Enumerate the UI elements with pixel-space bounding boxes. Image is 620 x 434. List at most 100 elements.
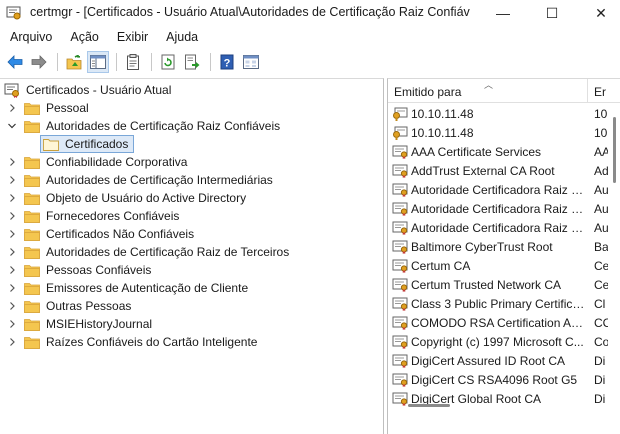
issued-to-cell: Certum Trusted Network CA: [411, 277, 562, 292]
close-button[interactable]: ✕: [578, 0, 620, 26]
horizontal-scrollbar-thumb[interactable]: [408, 404, 450, 407]
list-item[interactable]: DigiCert CS RSA4096 Root G5 Di: [388, 370, 610, 389]
column-header-issued-to[interactable]: Emitido para: [394, 85, 461, 99]
chevron-right-icon[interactable]: [6, 264, 18, 276]
issued-by-cell: Di: [594, 372, 606, 387]
tree-item-label: Objeto de Usuário do Active Directory: [46, 191, 247, 205]
sort-ascending-icon: ︿: [484, 80, 494, 90]
folder-icon: [24, 102, 40, 115]
tree-item[interactable]: Emissores de Autenticação de Cliente: [6, 279, 248, 297]
help-button[interactable]: ?: [216, 51, 238, 73]
chevron-down-icon[interactable]: [6, 120, 18, 132]
tree-root[interactable]: Certificados - Usuário Atual: [4, 81, 171, 99]
vertical-scrollbar[interactable]: [610, 103, 620, 423]
issued-to-cell: AAA Certificate Services: [411, 144, 542, 159]
issued-to-cell: DigiCert CS RSA4096 Root G5: [411, 372, 578, 387]
list-item[interactable]: Autoridade Certificadora Raiz B... Au: [388, 180, 610, 199]
list-item[interactable]: 10.10.11.48 10: [388, 104, 610, 123]
export-list-button[interactable]: [181, 51, 203, 73]
issued-by-cell: Ba: [594, 239, 608, 254]
chevron-right-icon[interactable]: [6, 192, 18, 204]
tree-item[interactable]: Outras Pessoas: [6, 297, 131, 315]
chevron-right-icon[interactable]: [6, 156, 18, 168]
tree-item[interactable]: MSIEHistoryJournal: [6, 315, 152, 333]
tree-root-label: Certificados - Usuário Atual: [26, 83, 172, 97]
toolbar: ?: [0, 49, 620, 75]
tree-item[interactable]: Objeto de Usuário do Active Directory: [6, 189, 246, 207]
list-item[interactable]: AAA Certificate Services AA: [388, 142, 610, 161]
chevron-right-icon[interactable]: [6, 210, 18, 222]
forward-button[interactable]: [28, 51, 50, 73]
column-header-issued-by[interactable]: Er: [594, 85, 606, 99]
list-item[interactable]: Class 3 Public Primary Certificat... Cl: [388, 294, 610, 313]
issued-to-cell: Autoridade Certificadora Raiz B...: [411, 220, 587, 235]
issued-to-cell: DigiCert Assured ID Root CA: [411, 353, 566, 368]
refresh-button[interactable]: [157, 51, 179, 73]
list-item[interactable]: Autoridade Certificadora Raiz B... Au: [388, 199, 610, 218]
chevron-right-icon[interactable]: [6, 102, 18, 114]
tree-item[interactable]: Autoridades de Certificação Raiz Confiáv…: [6, 117, 280, 135]
back-arrow-icon: [7, 55, 23, 69]
menu-acao[interactable]: Ação: [64, 26, 105, 48]
chevron-right-icon[interactable]: [6, 300, 18, 312]
chevron-right-icon[interactable]: [6, 282, 18, 294]
certificate-list-pane[interactable]: ︿ Emitido para Er 10.10.11.48 10 10.10.11.…: [387, 78, 620, 434]
list-item[interactable]: Certum CA Ce: [388, 256, 610, 275]
cert-icon: [392, 297, 408, 311]
refresh-icon: [161, 54, 175, 70]
chevron-right-icon[interactable]: [6, 174, 18, 186]
chevron-right-icon[interactable]: [6, 318, 18, 330]
issued-by-cell: CC: [594, 315, 608, 330]
tree-item[interactable]: Fornecedores Confiáveis: [6, 207, 179, 225]
tree-item[interactable]: Autoridades de Certificação Intermediári…: [6, 171, 273, 189]
issued-to-cell: Baltimore CyberTrust Root: [411, 239, 553, 254]
selection-highlight[interactable]: Certificados: [40, 135, 135, 153]
menu-exibir[interactable]: Exibir: [111, 26, 154, 48]
toolbar-separator: [210, 53, 211, 71]
maximize-button[interactable]: ☐: [529, 0, 575, 26]
list-item[interactable]: Copyright (c) 1997 Microsoft C... Co: [388, 332, 610, 351]
tree-item[interactable]: Certificados Não Confiáveis: [6, 225, 194, 243]
help-icon: ?: [220, 54, 234, 70]
tree-item[interactable]: Confiabilidade Corporativa: [6, 153, 187, 171]
chevron-right-icon[interactable]: [6, 228, 18, 240]
list-item[interactable]: 10.10.11.48 10: [388, 123, 610, 142]
tree-item[interactable]: Pessoas Confiáveis: [6, 261, 151, 279]
menu-bar: Arquivo Ação Exibir Ajuda: [0, 26, 620, 48]
show-hide-tree-button[interactable]: [87, 51, 109, 73]
tree-item-label: Outras Pessoas: [46, 299, 132, 313]
list-item[interactable]: AddTrust External CA Root Ad: [388, 161, 610, 180]
tree-item[interactable]: Pessoal: [6, 99, 89, 117]
list-item[interactable]: Baltimore CyberTrust Root Ba: [388, 237, 610, 256]
forward-arrow-icon: [31, 55, 47, 69]
tree-item-certificados-selected[interactable]: Certificados: [40, 135, 135, 153]
tree-item[interactable]: Raízes Confiáveis do Cartão Inteligente: [6, 333, 257, 351]
list-item[interactable]: Autoridade Certificadora Raiz B... Au: [388, 218, 610, 237]
toolbar-separator: [151, 53, 152, 71]
issued-by-cell: Ce: [594, 258, 608, 273]
list-item[interactable]: Certum Trusted Network CA Ce: [388, 275, 610, 294]
certmgr-app-icon: [6, 6, 21, 20]
menu-arquivo[interactable]: Arquivo: [4, 26, 58, 48]
tree-item[interactable]: Autoridades de Certificação Raiz de Terc…: [6, 243, 289, 261]
up-level-button[interactable]: [63, 51, 85, 73]
vertical-scrollbar-thumb[interactable]: [613, 117, 616, 183]
tree-pane[interactable]: Certificados - Usuário Atual Pessoal Auto…: [0, 78, 384, 434]
list-item[interactable]: COMODO RSA Certification Au... CC: [388, 313, 610, 332]
cert-icon: [392, 183, 408, 197]
chevron-right-icon[interactable]: [6, 246, 18, 258]
tree-item-label: MSIEHistoryJournal: [46, 317, 153, 331]
properties-icon: [127, 54, 139, 70]
properties-button[interactable]: [122, 51, 144, 73]
issued-by-cell: Au: [594, 182, 608, 197]
back-button[interactable]: [4, 51, 26, 73]
minimize-button[interactable]: —: [480, 0, 526, 26]
tree-item-label: Pessoas Confiáveis: [46, 263, 152, 277]
cert-icon: [392, 278, 408, 292]
issued-by-cell: Ad: [594, 163, 608, 178]
list-item[interactable]: DigiCert Assured ID Root CA Di: [388, 351, 610, 370]
menu-ajuda[interactable]: Ajuda: [160, 26, 204, 48]
chevron-right-icon[interactable]: [6, 336, 18, 348]
column-divider[interactable]: [587, 79, 588, 103]
help-topics-button[interactable]: [240, 51, 262, 73]
